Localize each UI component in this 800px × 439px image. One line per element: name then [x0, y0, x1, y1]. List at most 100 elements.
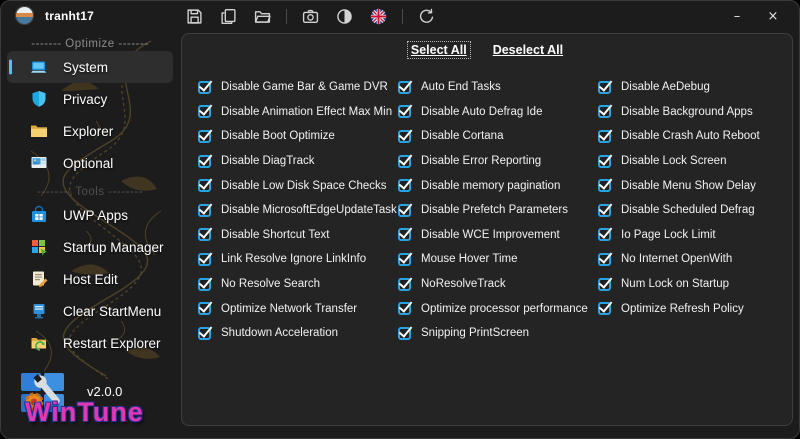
theme-button[interactable]	[332, 4, 357, 28]
checkbox-checked[interactable]	[198, 179, 211, 193]
checkbox-checked[interactable]	[398, 277, 411, 291]
checkbox-checked[interactable]	[198, 154, 211, 168]
tweak-checkbox-item[interactable]: Disable Lock Screen	[598, 149, 798, 174]
tweak-checkbox-item[interactable]: Shutdown Acceleration	[198, 321, 398, 346]
tweak-checkbox-item[interactable]: Disable Error Reporting	[398, 149, 598, 174]
tweak-checkbox-item[interactable]: Io Page Lock Limit	[598, 223, 798, 248]
tweak-checkbox-item[interactable]: Auto End Tasks	[398, 75, 598, 100]
tweak-checkbox-item[interactable]: Disable Menu Show Delay	[598, 173, 798, 198]
checkbox-checked[interactable]	[198, 302, 211, 316]
tweak-checkbox-item[interactable]: Disable Low Disk Space Checks	[198, 173, 398, 198]
checkbox-checked[interactable]	[598, 277, 611, 291]
tweak-checkbox-item[interactable]: Disable Animation Effect Max Min	[198, 100, 398, 125]
checkbox-checked[interactable]	[198, 105, 211, 119]
tweak-checkbox-item[interactable]: No Resolve Search	[198, 272, 398, 297]
sidebar-item-restart-explorer[interactable]: Restart Explorer	[7, 327, 173, 359]
checkbox-checked[interactable]	[598, 228, 611, 242]
checkbox-label: Disable Scheduled Defrag	[621, 204, 755, 217]
sidebar-item-system[interactable]: System	[7, 51, 173, 83]
tweak-checkbox-item[interactable]: Disable memory pagination	[398, 173, 598, 198]
checkbox-label: Io Page Lock Limit	[621, 228, 716, 241]
tweak-checkbox-item[interactable]: Optimize processor performance	[398, 296, 598, 321]
tweak-checkbox-item[interactable]: Disable Scheduled Defrag	[598, 198, 798, 223]
copy-button[interactable]	[216, 4, 241, 28]
checkbox-checked[interactable]	[198, 252, 211, 266]
sidebar-section-separator: ------- Optimize -------	[31, 38, 149, 50]
tweak-checkbox-item[interactable]: Disable Auto Defrag Ide	[398, 100, 598, 125]
sidebar-item-label: Clear StartMenu	[63, 303, 162, 319]
sidebar-item-privacy[interactable]: Privacy	[7, 83, 173, 115]
privacy-icon	[29, 89, 49, 109]
checkbox-checked[interactable]	[398, 80, 411, 94]
save-icon	[186, 8, 203, 25]
tweak-checkbox-item[interactable]: Disable Prefetch Parameters	[398, 198, 598, 223]
tweak-checkbox-item[interactable]: Disable Boot Optimize	[198, 124, 398, 149]
tweak-checkbox-item[interactable]: Snipping PrintScreen	[398, 321, 598, 346]
tweak-checkbox-item[interactable]: Disable Background Apps	[598, 100, 798, 125]
user-account[interactable]: tranht17	[15, 6, 94, 25]
checkbox-checked[interactable]	[398, 154, 411, 168]
checkbox-checked[interactable]	[598, 105, 611, 119]
checkbox-checked[interactable]	[598, 252, 611, 266]
checkbox-label: Optimize Refresh Policy	[621, 302, 744, 315]
sidebar-item-optional[interactable]: Optional	[7, 147, 173, 179]
checkbox-checked[interactable]	[398, 302, 411, 316]
checkbox-checked[interactable]	[598, 154, 611, 168]
refresh-button[interactable]	[414, 4, 439, 28]
sidebar-item-explorer[interactable]: Explorer	[7, 115, 173, 147]
tweak-checkbox-item[interactable]: Link Resolve Ignore LinkInfo	[198, 247, 398, 272]
checkbox-label: NoResolveTrack	[421, 278, 506, 291]
tweak-checkbox-item[interactable]: Disable Shortcut Text	[198, 223, 398, 248]
checkbox-checked[interactable]	[198, 326, 211, 340]
close-button[interactable]: ×	[759, 4, 787, 28]
checkbox-checked[interactable]	[398, 179, 411, 193]
tweak-checkbox-item[interactable]: Disable Crash Auto Reboot	[598, 124, 798, 149]
checkbox-checked[interactable]	[398, 326, 411, 340]
checkbox-checked[interactable]	[598, 302, 611, 316]
tweak-checkbox-item[interactable]: Disable WCE Improvement	[398, 223, 598, 248]
tweak-checkbox-item[interactable]: Disable MicrosoftEdgeUpdateTask	[198, 198, 398, 223]
checkbox-checked[interactable]	[398, 228, 411, 242]
checkbox-label: Disable Lock Screen	[621, 155, 727, 168]
select-all-link[interactable]: Select All	[406, 41, 471, 59]
checkbox-checked[interactable]	[198, 80, 211, 94]
checkbox-checked[interactable]	[398, 203, 411, 217]
clear-startmenu-icon	[29, 301, 49, 321]
tweak-checkbox-item[interactable]: Disable DiagTrack	[198, 149, 398, 174]
checkbox-checked[interactable]	[598, 80, 611, 94]
window-controls: – ×	[723, 1, 787, 31]
tweak-checkbox-item[interactable]: Optimize Refresh Policy	[598, 296, 798, 321]
language-flag-button[interactable]	[366, 4, 391, 28]
tweak-checkbox-item[interactable]: Disable Cortana	[398, 124, 598, 149]
save-button[interactable]	[182, 4, 207, 28]
open-folder-button[interactable]	[250, 4, 275, 28]
checkbox-checked[interactable]	[198, 129, 211, 143]
checkbox-checked[interactable]	[398, 129, 411, 143]
sidebar-item-uwp-apps[interactable]: UWP Apps	[7, 199, 173, 231]
checkbox-checked[interactable]	[198, 277, 211, 291]
tweak-checkbox-item[interactable]: Disable Game Bar & Game DVR	[198, 75, 398, 100]
sidebar-item-startup-manager[interactable]: Startup Manager	[7, 231, 173, 263]
minimize-button[interactable]: –	[723, 4, 751, 28]
tweaks-column-2: Auto End Tasks Disable Auto Defrag Ide Dis…	[398, 75, 598, 346]
checkbox-checked[interactable]	[398, 252, 411, 266]
checkbox-checked[interactable]	[598, 129, 611, 143]
tweak-checkbox-item[interactable]: Num Lock on Startup	[598, 272, 798, 297]
tweak-checkbox-item[interactable]: Disable AeDebug	[598, 75, 798, 100]
sidebar-item-clear-startmenu[interactable]: Clear StartMenu	[7, 295, 173, 327]
startup-manager-icon	[29, 237, 49, 257]
checkbox-checked[interactable]	[598, 203, 611, 217]
checkbox-checked[interactable]	[398, 105, 411, 119]
checkbox-checked[interactable]	[598, 179, 611, 193]
tweak-checkbox-item[interactable]: No Internet OpenWith	[598, 247, 798, 272]
checkbox-label: Disable Prefetch Parameters	[421, 204, 569, 217]
checkbox-checked[interactable]	[198, 203, 211, 217]
tweak-checkbox-item[interactable]: Optimize Network Transfer	[198, 296, 398, 321]
tweak-checkbox-item[interactable]: NoResolveTrack	[398, 272, 598, 297]
checkbox-checked[interactable]	[198, 228, 211, 242]
screenshot-button[interactable]	[298, 4, 323, 28]
sidebar-item-label: UWP Apps	[63, 207, 129, 223]
sidebar-item-host-edit[interactable]: Host Edit	[7, 263, 173, 295]
deselect-all-link[interactable]: Deselect All	[490, 42, 566, 58]
tweak-checkbox-item[interactable]: Mouse Hover Time	[398, 247, 598, 272]
